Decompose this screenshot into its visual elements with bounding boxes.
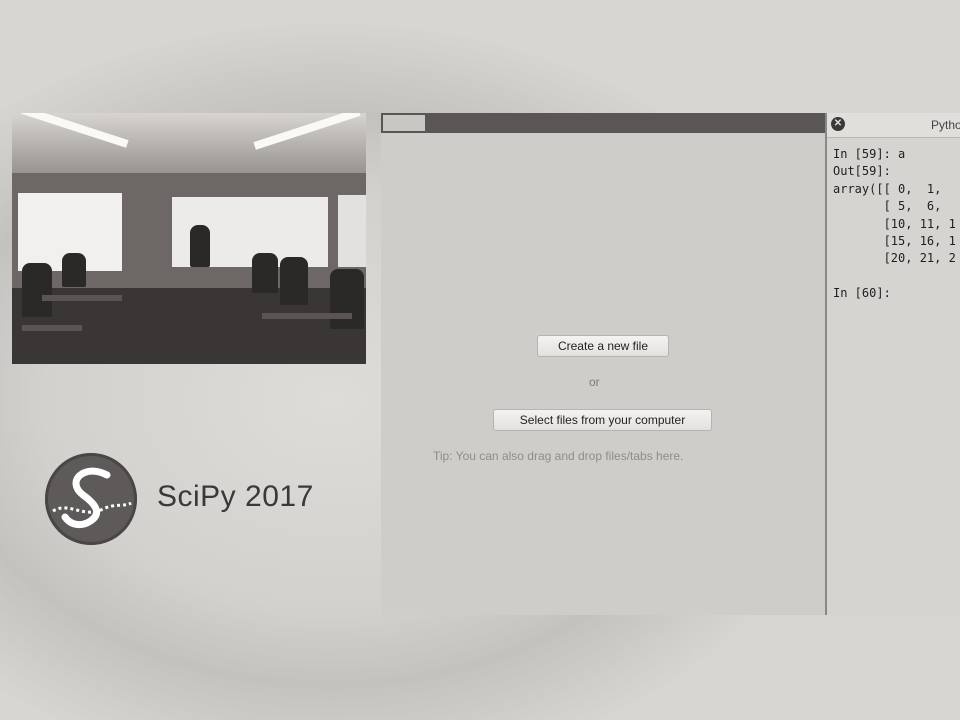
desk: [22, 325, 82, 331]
drag-drop-tip: Tip: You can also drag and drop files/ta…: [433, 449, 684, 463]
console-title-bar: ✕ Pytho: [827, 113, 960, 138]
close-icon[interactable]: ✕: [831, 117, 845, 131]
console-input-prompt[interactable]: In [60]:: [833, 286, 891, 300]
attendee: [252, 253, 278, 293]
projection-screen: [338, 195, 366, 267]
console-line: [15, 16, 1: [833, 234, 956, 249]
panel-tab[interactable]: [383, 115, 425, 131]
scipy-logo-icon: [45, 453, 137, 545]
lecture-room-photo: [12, 113, 366, 364]
console-line: [ 5, 6,: [833, 199, 942, 214]
speaker: [190, 225, 210, 267]
console-title: Pytho: [931, 118, 960, 132]
console-line: [20, 21, 2: [833, 251, 956, 266]
python-console[interactable]: ✕ Pytho In [59]: a Out[59]: array([[ 0, …: [825, 113, 960, 615]
attendee: [62, 253, 86, 287]
or-separator: or: [589, 375, 600, 389]
select-files-button[interactable]: Select files from your computer: [493, 409, 712, 431]
file-launcher-panel: Create a new file or Select files from y…: [381, 113, 825, 615]
desk: [42, 295, 122, 301]
attendee: [22, 263, 52, 317]
console-line: In [59]: a: [833, 147, 906, 161]
console-output: In [59]: a Out[59]: array([[ 0, 1, [ 5, …: [833, 146, 956, 303]
console-line: array([[ 0, 1,: [833, 181, 942, 196]
console-line: [10, 11, 1: [833, 216, 956, 231]
panel-tab-bar: [381, 113, 825, 133]
attendee: [280, 257, 308, 305]
desk: [262, 313, 352, 319]
console-line: Out[59]:: [833, 164, 891, 179]
conference-name: SciPy 2017: [157, 480, 314, 513]
attendee: [330, 269, 364, 329]
create-new-file-button[interactable]: Create a new file: [537, 335, 669, 357]
